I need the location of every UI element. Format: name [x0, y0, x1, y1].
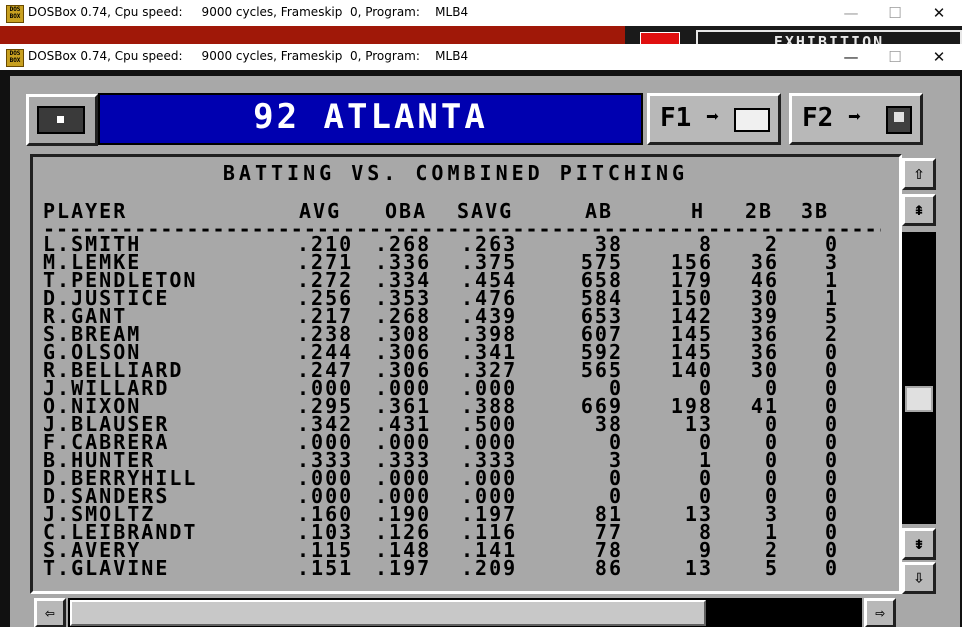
window-titlebar[interactable]: DOS BOX DOSBox 0.74, Cpu speed: 9000 cyc… — [0, 44, 962, 70]
f1-label: F1 — [660, 103, 692, 133]
vertical-scroll-thumb[interactable] — [905, 386, 933, 412]
vertical-scrollbar[interactable]: ⇧ ⇞ ⇟ ⇩ — [902, 158, 936, 598]
player-ab: 86 — [594, 556, 623, 580]
menu-button[interactable] — [26, 94, 98, 146]
f2-arrow-icon: ➡ — [848, 105, 862, 130]
scroll-page-up-button[interactable]: ⇞ — [902, 194, 936, 226]
player-avg: .151 — [297, 556, 354, 580]
vertical-scroll-track[interactable] — [902, 232, 936, 524]
horizontal-scroll-thumb[interactable] — [70, 600, 706, 626]
player-doubles: 5 — [764, 556, 779, 580]
background-red-button — [640, 32, 680, 44]
background-window-content: EXHIBITION — [0, 26, 962, 44]
background-maximize-icon[interactable]: ☐ — [872, 0, 918, 26]
player-hits: 13 — [684, 556, 713, 580]
player-name: T.GLAVINE — [43, 556, 170, 580]
background-minimize-icon[interactable]: — — [828, 0, 874, 26]
scroll-right-button[interactable]: ⇨ — [864, 598, 896, 627]
maximize-icon[interactable]: ☐ — [872, 44, 918, 70]
scroll-left-button[interactable]: ⇦ — [34, 598, 66, 627]
background-exhibition-label: EXHIBITION — [696, 30, 962, 44]
stats-heading: BATTING VS. COMBINED PITCHING — [222, 161, 689, 185]
dosbox-logo-icon: DOS BOX — [6, 5, 24, 23]
game-screen: 92 ATLANTA F1 ➡ F2 ➡ BATTING VS. COMBINE… — [10, 76, 960, 627]
f2-label: F2 — [802, 103, 834, 133]
window-title: DOSBox 0.74, Cpu speed: 9000 cycles, Fra… — [28, 49, 469, 63]
team-title: 92 ATLANTA — [98, 93, 643, 145]
horizontal-scrollbar[interactable]: ⇦ ⇨ — [34, 598, 896, 627]
menu-slot-icon — [37, 106, 85, 134]
player-savg: .209 — [461, 556, 518, 580]
minimize-icon[interactable]: — — [828, 44, 874, 70]
background-window-title: DOSBox 0.74, Cpu speed: 9000 cycles, Fra… — [28, 5, 469, 19]
f1-print-button[interactable]: F1 ➡ — [647, 93, 781, 145]
disk-icon — [886, 106, 912, 134]
scroll-page-down-button[interactable]: ⇟ — [902, 528, 936, 560]
printer-icon — [734, 108, 770, 132]
background-close-icon[interactable]: ✕ — [916, 0, 962, 26]
stats-panel: BATTING VS. COMBINED PITCHING PLAYER AVG… — [30, 154, 902, 594]
background-window-titlebar[interactable]: DOS BOX DOSBox 0.74, Cpu speed: 9000 cyc… — [0, 0, 962, 26]
player-triples: 0 — [824, 556, 839, 580]
f1-arrow-icon: ➡ — [706, 105, 720, 130]
horizontal-scroll-track[interactable] — [68, 598, 862, 627]
f2-save-button[interactable]: F2 ➡ — [789, 93, 923, 145]
close-icon[interactable]: ✕ — [916, 44, 962, 70]
background-red-panel — [0, 26, 625, 44]
scroll-up-button[interactable]: ⇧ — [902, 158, 936, 190]
scroll-down-button[interactable]: ⇩ — [902, 562, 936, 594]
player-oba: .197 — [375, 556, 432, 580]
player-stats-table: L.SMITH .210.268.263 38 8 2 0 M.LEMKE .271.336.… — [33, 234, 893, 580]
dosbox-logo-icon: DOS BOX — [6, 49, 24, 67]
table-row[interactable]: T.GLAVINE .151 .197 .209 86 13 5 0 — [33, 556, 893, 580]
